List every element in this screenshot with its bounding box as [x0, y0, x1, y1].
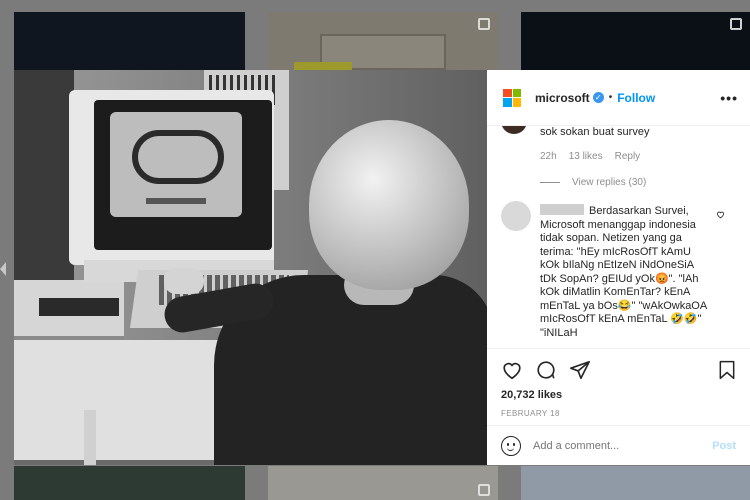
- feed-tile[interactable]: [14, 12, 245, 70]
- post-photo[interactable]: [14, 70, 487, 465]
- logo-square-blue: [503, 98, 512, 107]
- post-date[interactable]: FEBRUARY 18: [501, 409, 736, 418]
- feed-tile[interactable]: [268, 466, 498, 500]
- follow-button[interactable]: Follow: [617, 91, 655, 105]
- view-replies-button[interactable]: View replies (30): [540, 177, 646, 188]
- photo-desk-leg: [84, 410, 96, 465]
- redacted-username: [540, 204, 584, 215]
- separator-dot: •: [608, 92, 613, 103]
- emoji-mouth: [507, 447, 514, 451]
- emoji-icon[interactable]: [501, 435, 521, 456]
- photo-disk-slot: [39, 298, 119, 316]
- comment-like-heart-icon[interactable]: [716, 210, 725, 219]
- comment-icon[interactable]: [535, 359, 557, 381]
- tile-image-detail: [294, 62, 352, 70]
- comment-likes[interactable]: 13 likes: [569, 151, 603, 162]
- comment-text: sok sokan buat survey: [540, 126, 650, 138]
- photo-child-head: [309, 120, 469, 290]
- post-modal: microsoft ✓ • Follow ••• sok sokan buat …: [14, 70, 750, 465]
- carousel-icon: [730, 18, 742, 30]
- photo-race-track: [132, 130, 224, 184]
- feed-tile[interactable]: [521, 466, 750, 500]
- username-link[interactable]: microsoft: [535, 91, 590, 105]
- action-icons: [501, 359, 736, 381]
- comment-composer: Post: [487, 425, 750, 465]
- feed-tile[interactable]: [268, 12, 498, 70]
- logo-square-red: [503, 88, 512, 97]
- logo-square-yellow: [512, 98, 521, 107]
- share-icon[interactable]: [569, 359, 591, 381]
- previous-post-arrow-icon[interactable]: [0, 262, 6, 276]
- replies-divider: [540, 182, 560, 183]
- likes-count[interactable]: 20,732 likes: [501, 389, 736, 401]
- feed-tile[interactable]: [521, 12, 750, 70]
- feed-tile[interactable]: [14, 466, 245, 500]
- logo-square-green: [512, 88, 521, 97]
- carousel-icon: [478, 18, 490, 30]
- avatar[interactable]: [501, 126, 527, 134]
- comment-meta: 22h 13 likes Reply: [540, 151, 640, 162]
- photo-screen-text: [146, 198, 206, 204]
- post-sidebar: microsoft ✓ • Follow ••• sok sokan buat …: [487, 70, 750, 465]
- comment-input[interactable]: [533, 439, 713, 452]
- more-options-icon[interactable]: •••: [720, 90, 738, 106]
- verified-badge-icon: ✓: [592, 92, 604, 103]
- bookmark-icon[interactable]: [718, 360, 736, 380]
- comment-text: Berdasarkan Survei, Microsoft menanggap …: [540, 204, 710, 340]
- post-comment-button[interactable]: Post: [712, 440, 736, 452]
- post-actions: 20,732 likes FEBRUARY 18: [487, 348, 750, 418]
- post-header: microsoft ✓ • Follow •••: [487, 70, 750, 126]
- carousel-icon: [478, 484, 490, 496]
- microsoft-logo-icon[interactable]: [503, 88, 521, 107]
- comment-time[interactable]: 22h: [540, 151, 557, 162]
- comment-body: Berdasarkan Survei, Microsoft menanggap …: [540, 205, 710, 339]
- comments-list[interactable]: sok sokan buat survey 22h 13 likes Reply…: [487, 126, 750, 348]
- view-replies-label: View replies (30): [572, 177, 647, 188]
- heart-icon[interactable]: [501, 359, 523, 381]
- reply-button[interactable]: Reply: [615, 151, 641, 162]
- photo-child-hand: [164, 268, 204, 294]
- photo-plant: [14, 70, 74, 280]
- avatar[interactable]: [501, 201, 531, 231]
